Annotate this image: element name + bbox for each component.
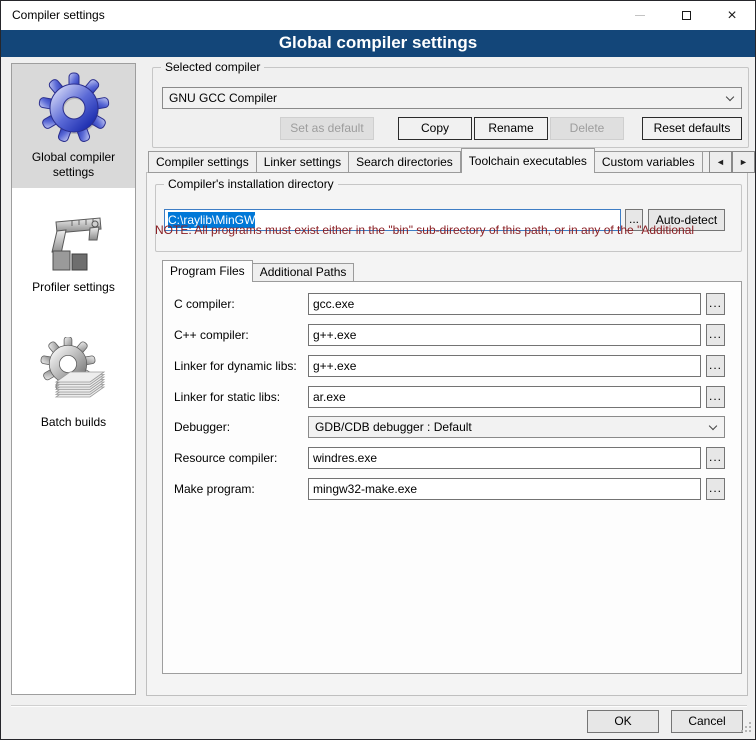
linker-static-input[interactable] (308, 386, 701, 408)
cpp-compiler-input[interactable] (308, 324, 701, 346)
reset-defaults-button[interactable]: Reset defaults (642, 117, 742, 140)
rename-button[interactable]: Rename (474, 117, 548, 140)
program-files-page: C compiler: ... C++ compiler: ... Linker… (162, 281, 742, 674)
compiler-settings-window: Compiler settings × Global compiler sett… (0, 0, 756, 740)
debugger-label: Debugger: (174, 416, 230, 438)
minimize-icon (635, 15, 645, 16)
tab-additional-paths[interactable]: Additional Paths (253, 263, 355, 282)
cpp-compiler-label: C++ compiler: (174, 324, 249, 346)
sidebar-item-global-compiler-settings[interactable]: Global compiler settings (12, 64, 135, 188)
delete-button[interactable]: Delete (550, 117, 624, 140)
arrow-right-icon: ► (739, 157, 748, 167)
page-title: Global compiler settings (1, 30, 755, 57)
selected-compiler-value: GNU GCC Compiler (169, 91, 277, 105)
tab-scroll-right-button[interactable]: ► (732, 151, 755, 173)
installation-directory-group: Compiler's installation directory C:\ray… (155, 184, 742, 252)
set-as-default-button[interactable]: Set as default (280, 117, 374, 140)
footer-divider (11, 705, 747, 707)
chevron-down-icon (709, 422, 717, 430)
window-title: Compiler settings (12, 8, 105, 22)
selected-compiler-dropdown[interactable]: GNU GCC Compiler (162, 87, 742, 109)
cpp-compiler-browse-button[interactable]: ... (706, 324, 725, 346)
cancel-button[interactable]: Cancel (671, 710, 743, 733)
maximize-button[interactable] (663, 1, 709, 30)
resize-grip[interactable] (741, 722, 752, 736)
selected-compiler-group: Selected compiler GNU GCC Compiler Set a… (152, 67, 749, 148)
make-program-input[interactable] (308, 478, 701, 500)
arrow-left-icon: ◄ (716, 157, 725, 167)
tab-custom-variables[interactable]: Custom variables (595, 151, 703, 173)
maximize-icon (682, 11, 691, 20)
tab-program-files[interactable]: Program Files (162, 260, 253, 282)
chevron-down-icon (726, 93, 734, 101)
linker-dynamic-browse-button[interactable]: ... (706, 355, 725, 377)
copy-button[interactable]: Copy (398, 117, 472, 140)
minimize-button[interactable] (617, 1, 663, 30)
linker-static-label: Linker for static libs: (174, 386, 280, 408)
sidebar-item-batch-builds[interactable]: Batch builds (12, 329, 135, 438)
close-icon: × (727, 8, 736, 24)
c-compiler-label: C compiler: (174, 293, 235, 315)
bin-subdirectory-note: NOTE: All programs must exist either in … (155, 223, 731, 237)
ok-button[interactable]: OK (587, 710, 659, 733)
compiler-settings-tabstrip: Compiler settings Linker settings Search… (148, 148, 723, 173)
tab-scroll-left-button[interactable]: ◄ (709, 151, 732, 173)
linker-static-browse-button[interactable]: ... (706, 386, 725, 408)
linker-dynamic-label: Linker for dynamic libs: (174, 355, 297, 377)
blue-gear-icon (38, 72, 110, 147)
toolchain-executables-page: Compiler's installation directory C:\ray… (146, 172, 748, 696)
resource-compiler-label: Resource compiler: (174, 447, 277, 469)
tab-linker-settings[interactable]: Linker settings (257, 151, 349, 173)
debugger-dropdown[interactable]: GDB/CDB debugger : Default (308, 416, 725, 438)
c-compiler-input[interactable] (308, 293, 701, 315)
group-label: Selected compiler (161, 60, 264, 74)
tab-search-directories[interactable]: Search directories (349, 151, 461, 173)
sidebar-item-profiler-settings[interactable]: Profiler settings (12, 202, 135, 303)
gray-gear-stack-icon (38, 337, 110, 412)
sidebar-item-label: Global compiler settings (14, 150, 133, 180)
program-files-tabstrip: Program Files Additional Paths (162, 260, 354, 282)
sidebar-item-label: Batch builds (14, 415, 133, 430)
make-program-label: Make program: (174, 478, 255, 500)
close-button[interactable]: × (709, 1, 755, 30)
linker-dynamic-input[interactable] (308, 355, 701, 377)
c-compiler-browse-button[interactable]: ... (706, 293, 725, 315)
resource-compiler-browse-button[interactable]: ... (706, 447, 725, 469)
debugger-value: GDB/CDB debugger : Default (315, 420, 472, 434)
group-label: Compiler's installation directory (164, 177, 338, 191)
resource-compiler-input[interactable] (308, 447, 701, 469)
settings-category-list: Global compiler settings Pro (11, 63, 136, 695)
tab-toolchain-executables[interactable]: Toolchain executables (461, 148, 595, 173)
title-bar[interactable]: Compiler settings × (1, 1, 755, 30)
sidebar-item-label: Profiler settings (14, 280, 133, 295)
tab-compiler-settings[interactable]: Compiler settings (148, 151, 257, 173)
caliper-icon (42, 210, 106, 277)
make-program-browse-button[interactable]: ... (706, 478, 725, 500)
